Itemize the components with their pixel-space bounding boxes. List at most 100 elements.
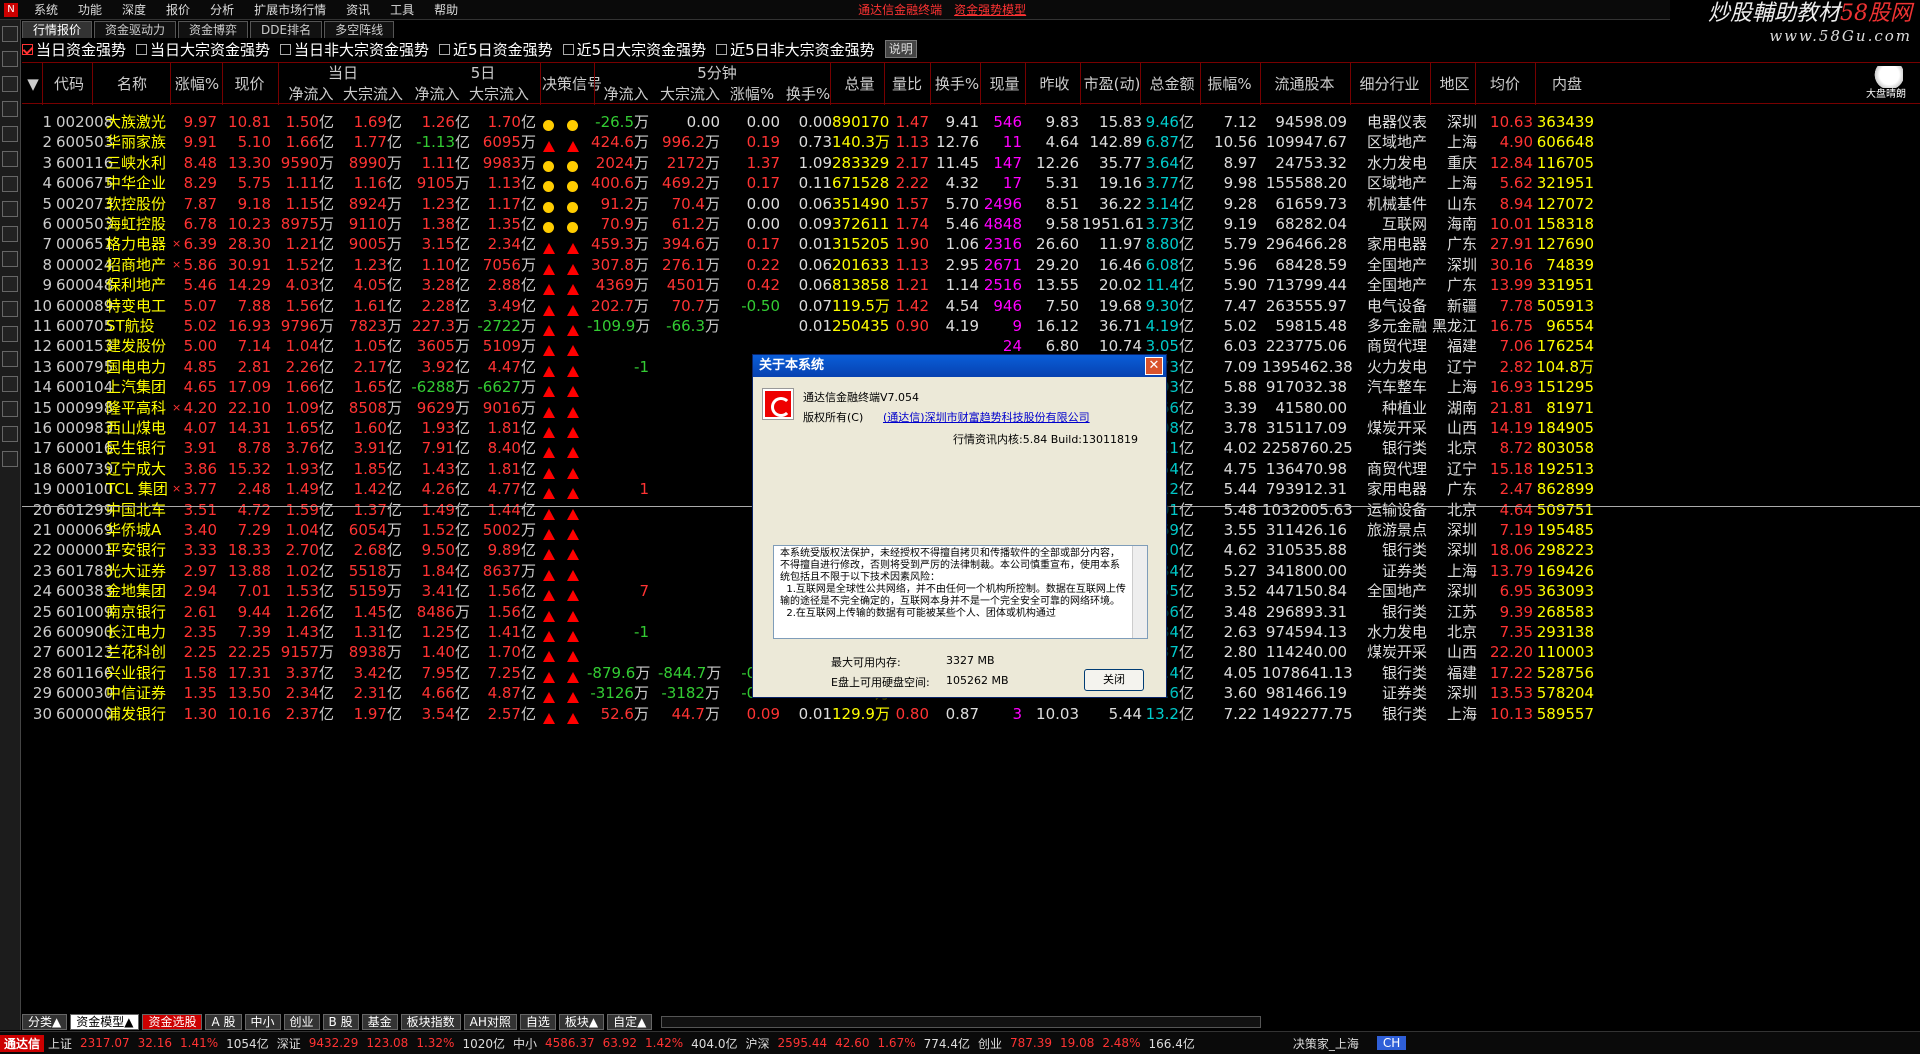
tab-quotes[interactable]: 行情报价 (22, 21, 93, 38)
col-5min-turnover[interactable]: 换手% (782, 84, 834, 104)
table-row[interactable]: 30 600000 浦发银行 1.30 10.16 2.37亿 1.97亿 3.54亿 2.57… (22, 704, 1920, 724)
cy-label[interactable]: 创业 (978, 1035, 1002, 1052)
search-icon[interactable] (2, 276, 18, 292)
col-industry[interactable]: 细分行业 (1352, 74, 1427, 94)
bottom-tab-3[interactable]: A 股 (205, 1014, 242, 1030)
col-prev-close[interactable]: 昨收 (1027, 74, 1082, 94)
doc-icon[interactable] (2, 226, 18, 242)
filter-option-2[interactable]: 当日非大宗资金强势 (280, 39, 429, 60)
checkbox-icon[interactable] (22, 43, 33, 55)
table-row[interactable]: 4 600675 中华企业 8.29 5.75 1.11亿 1.16亿 9105万 1.13亿 4… (22, 173, 1920, 193)
market-weather[interactable]: 大盘晴朗 (1858, 62, 1914, 112)
grid-icon[interactable] (2, 301, 18, 317)
bottom-tab-1[interactable]: 资金模型▲ (70, 1014, 140, 1030)
bottom-tab-6[interactable]: B 股 (322, 1014, 359, 1030)
bottom-tab-12[interactable]: 自定▲ (607, 1014, 653, 1030)
f1-icon[interactable] (2, 151, 18, 167)
bar-icon[interactable] (2, 101, 18, 117)
ime-indicator[interactable]: CH (1376, 1036, 1407, 1050)
line-icon[interactable] (2, 51, 18, 67)
table-row[interactable]: 6 000503 海虹控股 6.78 10.23 8975万 9110万 1.38亿 1.35亿… (22, 214, 1920, 234)
box-icon[interactable] (2, 326, 18, 342)
table-row[interactable]: 10 600089 特变电工 5.07 7.88 1.56亿 1.61亿 2.28亿 3.49亿… (22, 296, 1920, 316)
table-row[interactable]: 5 002073 软控股份 7.87 9.18 1.15亿 8924万 1.23亿 1.17亿 9… (22, 194, 1920, 214)
license-notice[interactable]: 本系统受版权法保护，未经授权不得擅自拷贝和传播软件的全部或部分内容，不得擅自进行… (773, 545, 1148, 639)
bottom-tab-9[interactable]: AH对照 (463, 1014, 517, 1030)
col-amplitude[interactable]: 振幅% (1202, 74, 1257, 94)
bottom-tab-4[interactable]: 中小 (244, 1014, 281, 1030)
list-icon[interactable] (2, 176, 18, 192)
filter-option-3[interactable]: 近5日资金强势 (439, 39, 553, 60)
checkbox-icon[interactable] (562, 43, 574, 55)
f10-icon[interactable] (2, 126, 18, 142)
col-group-5day[interactable]: 5日 (422, 63, 544, 83)
col-avg-price[interactable]: 均价 (1477, 74, 1533, 94)
close-icon[interactable]: ✕ (1145, 357, 1163, 375)
col-volume-ratio[interactable]: 量比 (887, 74, 927, 94)
col-code[interactable]: 代码 (44, 74, 94, 94)
table-row[interactable]: 11 600705 ST航投 5.02 16.93 9796万 7823万 227.3万 -27… (22, 316, 1920, 336)
close-button[interactable]: 关闭 (1084, 669, 1144, 691)
table-row[interactable]: 3 600116 三峡水利 8.48 13.30 9590万 8990万 1.11亿 9983万… (22, 153, 1920, 173)
col-5day-block-inflow[interactable]: 大宗流入 (466, 84, 532, 104)
bottom-tab-8[interactable]: 板块指数 (400, 1014, 461, 1030)
filter-option-5[interactable]: 近5日非大宗资金强势 (716, 39, 875, 60)
notice-scrollbar[interactable] (1132, 546, 1147, 638)
col-pe[interactable]: 市盈(动) (1082, 74, 1142, 94)
menu-system[interactable]: 系统 (24, 0, 68, 20)
col-5day-net-inflow[interactable]: 净流入 (408, 84, 466, 104)
col-group-5min[interactable]: 5分钟 (597, 63, 837, 83)
menu-analysis[interactable]: 分析 (200, 0, 244, 20)
tab-dde-rank[interactable]: DDE排名 (250, 21, 323, 38)
chart-icon[interactable] (2, 26, 18, 42)
menu-help[interactable]: 帮助 (424, 0, 468, 20)
checkbox-icon[interactable] (716, 43, 728, 55)
bottom-tab-0[interactable]: 分类▲ (22, 1014, 68, 1030)
col-today-block-inflow[interactable]: 大宗流入 (340, 84, 406, 104)
hs-label[interactable]: 沪深 (745, 1035, 769, 1052)
checkbox-icon[interactable] (136, 43, 148, 55)
kline-icon[interactable] (2, 76, 18, 92)
pencil-icon[interactable] (2, 451, 18, 467)
tab-fund-drive[interactable]: 资金驱动力 (94, 21, 177, 38)
filter-option-1[interactable]: 当日大宗资金强势 (136, 39, 270, 60)
zx-label[interactable]: 中小 (513, 1035, 537, 1052)
filter-option-0[interactable]: 当日资金强势 (22, 39, 126, 60)
sort-dropdown-icon[interactable]: ▼ (26, 74, 40, 94)
col-price[interactable]: 现价 (222, 74, 277, 94)
col-region[interactable]: 地区 (1432, 74, 1477, 94)
f2-icon[interactable] (2, 201, 18, 217)
chart2-icon[interactable] (2, 351, 18, 367)
menu-quote[interactable]: 报价 (156, 0, 200, 20)
col-amount[interactable]: 总金额 (1142, 74, 1202, 94)
bottom-tab-10[interactable]: 自选 (519, 1014, 556, 1030)
col-current-volume[interactable]: 现量 (982, 74, 1027, 94)
table-row[interactable]: 1 002008 大族激光 9.97 10.81 1.50亿 1.69亿 1.26亿 1.70亿… (22, 112, 1920, 132)
checkbox-icon[interactable] (439, 43, 451, 55)
info-icon[interactable] (2, 401, 18, 417)
col-float-shares[interactable]: 流通股本 (1262, 74, 1347, 94)
col-5min-net-inflow[interactable]: 净流入 (597, 84, 655, 104)
col-today-net-inflow[interactable]: 净流入 (282, 84, 340, 104)
bottom-tab-7[interactable]: 基金 (361, 1014, 398, 1030)
dot-icon[interactable] (2, 251, 18, 267)
bottom-tab-11[interactable]: 板块▲ (558, 1014, 605, 1030)
col-change[interactable]: 涨幅% (172, 74, 222, 94)
checkbox-icon[interactable] (280, 43, 292, 55)
sz-label[interactable]: 深证 (277, 1035, 301, 1052)
menu-ext-market[interactable]: 扩展市场行情 (244, 0, 336, 20)
menu-function[interactable]: 功能 (68, 0, 112, 20)
sh-label[interactable]: 上证 (48, 1035, 72, 1052)
col-5min-change[interactable]: 涨幅% (724, 84, 780, 104)
col-name[interactable]: 名称 (92, 74, 172, 94)
tab-fund-game[interactable]: 资金博弈 (178, 21, 249, 38)
filter-option-4[interactable]: 近5日大宗资金强势 (562, 39, 706, 60)
multi-icon[interactable] (2, 376, 18, 392)
col-group-today[interactable]: 当日 (282, 63, 404, 83)
tab-bull-bear[interactable]: 多空阵线 (324, 21, 395, 38)
menu-depth[interactable]: 深度 (112, 0, 156, 20)
menu-news[interactable]: 资讯 (336, 0, 380, 20)
table-row[interactable]: 8 000024 招商地产 × 5.86 30.91 1.52亿 1.23亿 1.10亿 7056… (22, 255, 1920, 275)
explain-button[interactable]: 说明 (884, 40, 917, 58)
col-turnover[interactable]: 换手% (932, 74, 982, 94)
